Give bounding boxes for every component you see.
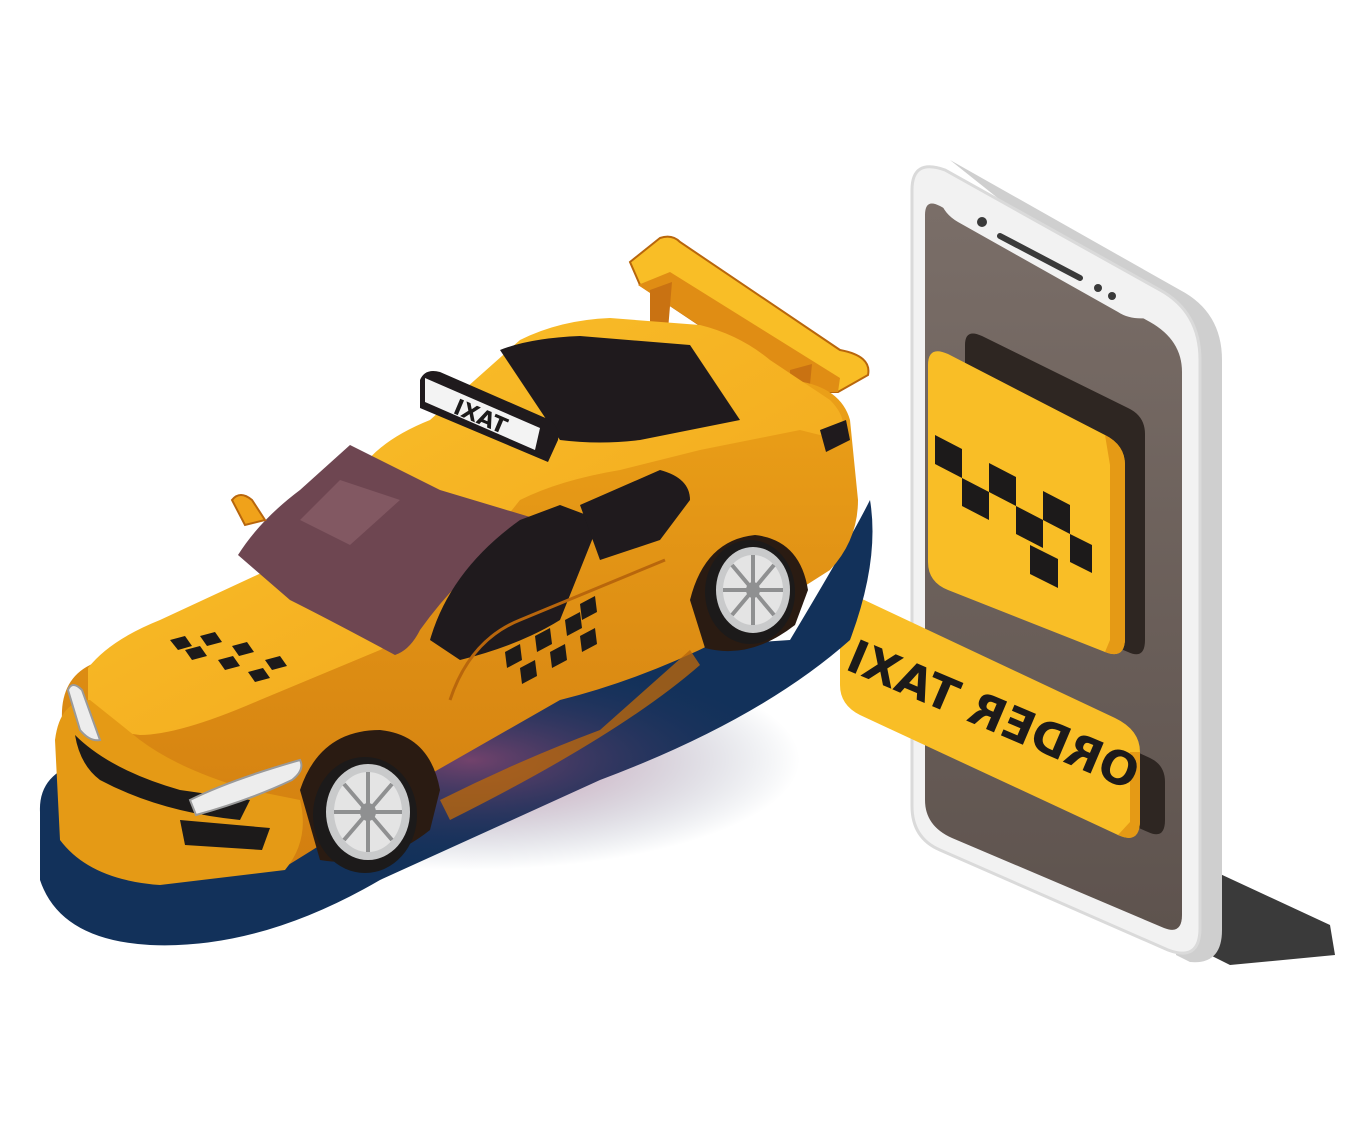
phone: ORDER TAXI [839, 160, 1335, 965]
phone-sensor-1 [1094, 284, 1102, 292]
front-wheel [313, 757, 417, 873]
rear-wheel [705, 540, 795, 644]
side-mirror [230, 494, 267, 527]
phone-camera [977, 217, 987, 227]
taxi-car: TAXI [39, 235, 873, 946]
phone-sensor-2 [1108, 292, 1116, 300]
taxi-illustration: ORDER TAXI TAXI [39, 160, 1335, 965]
